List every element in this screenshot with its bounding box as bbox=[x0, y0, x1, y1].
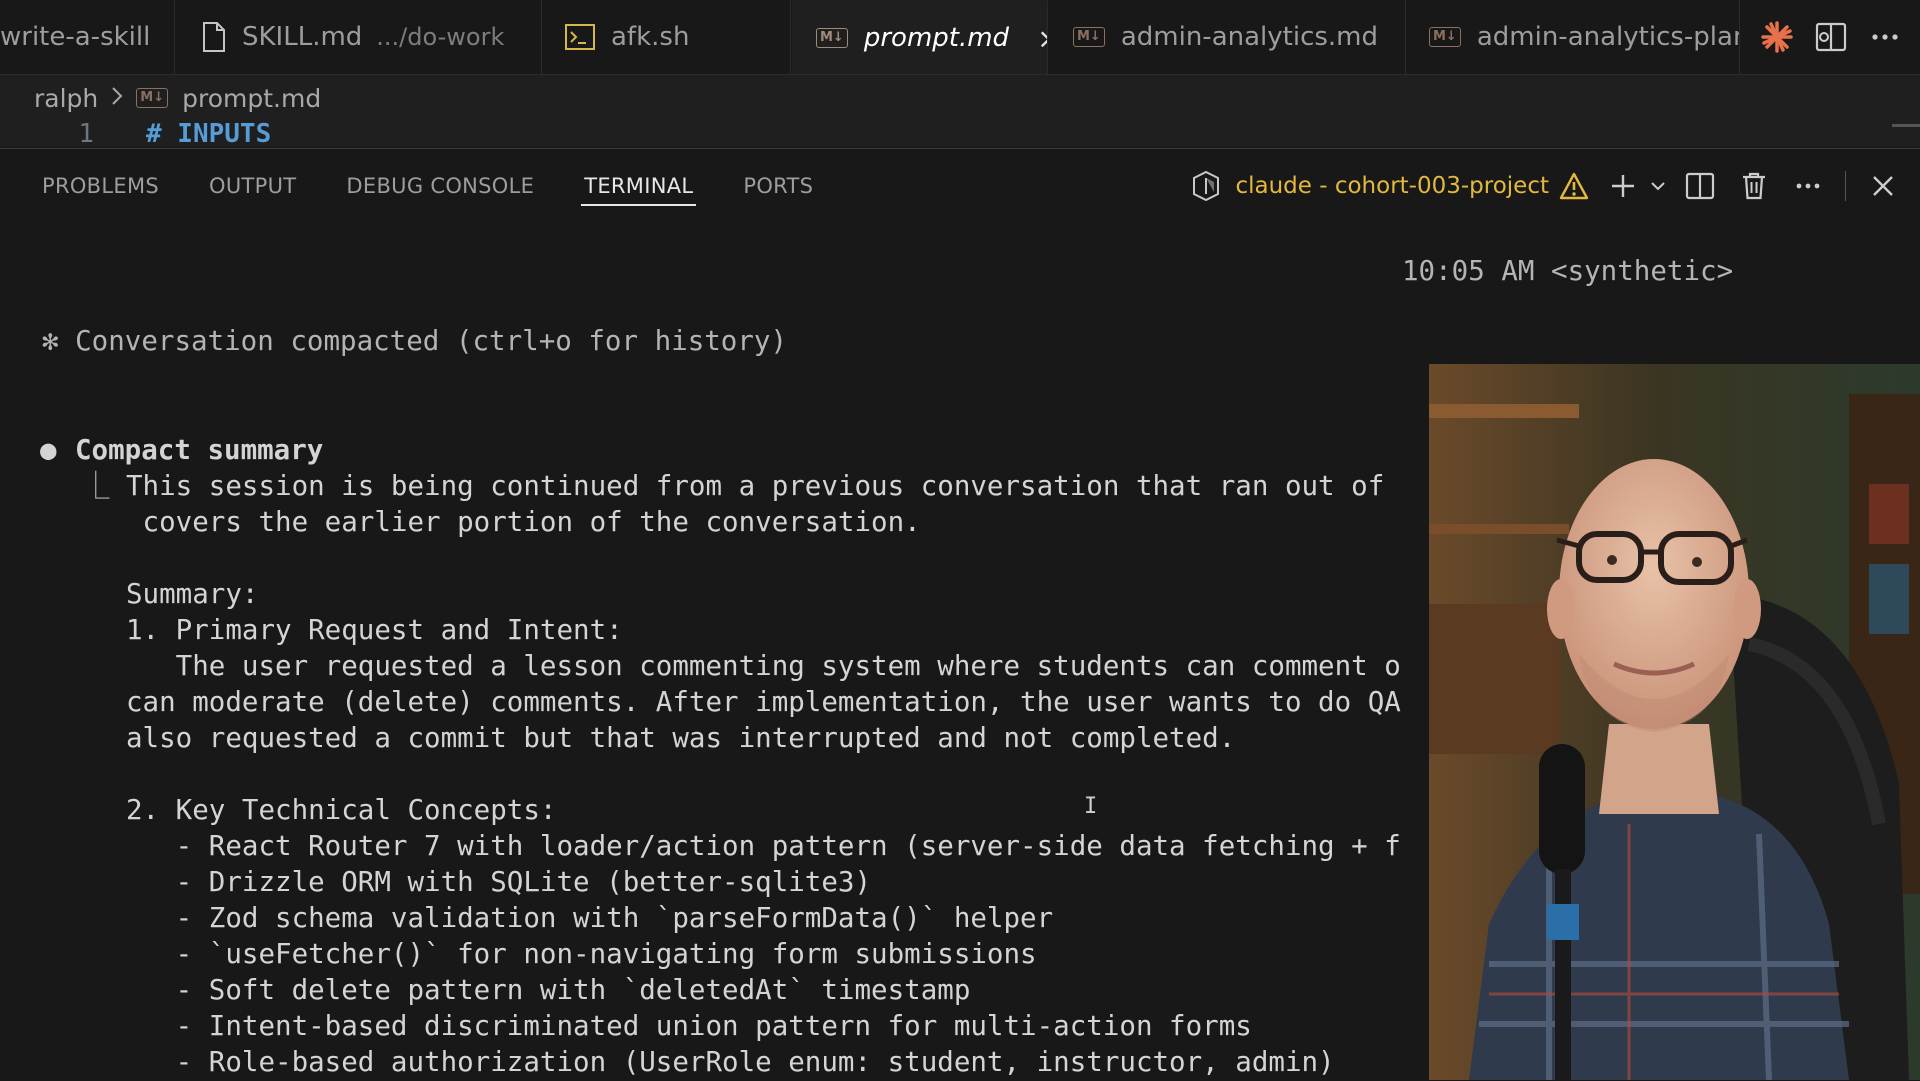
claude-spark-icon[interactable] bbox=[1750, 0, 1804, 74]
editor-tab-bar: write-a-skill SKILL.md .../do-work afk.s… bbox=[0, 0, 1920, 75]
terminal-line: also requested a commit but that was int… bbox=[126, 722, 1236, 754]
markdown-icon: M↓ bbox=[816, 28, 848, 48]
tree-connector: ⎿ bbox=[82, 470, 110, 502]
terminal-timestamp: 10:05 AM <synthetic> bbox=[1402, 255, 1734, 287]
split-editor-icon[interactable] bbox=[1804, 0, 1858, 74]
tab-prompt-md[interactable]: M↓ prompt.md × bbox=[792, 0, 1048, 74]
webcam-overlay bbox=[1429, 364, 1920, 1080]
terminal-profile-icon bbox=[1191, 170, 1221, 202]
tab-problems[interactable]: PROBLEMS bbox=[42, 149, 159, 223]
summary-bullet: ● bbox=[40, 434, 57, 466]
tab-label: write-a-skill bbox=[0, 22, 151, 52]
tab-label: SKILL.md bbox=[242, 22, 363, 52]
warning-icon[interactable] bbox=[1559, 172, 1589, 200]
tab-afk-sh[interactable]: afk.sh bbox=[543, 0, 791, 74]
markdown-icon: M↓ bbox=[1073, 27, 1105, 47]
code-text: # INPUTS bbox=[146, 119, 272, 149]
tab-output[interactable]: OUTPUT bbox=[209, 149, 296, 223]
breadcrumb-file[interactable]: prompt.md bbox=[182, 84, 321, 113]
file-icon bbox=[202, 22, 226, 52]
close-panel-icon[interactable] bbox=[1856, 149, 1910, 223]
divider bbox=[1845, 171, 1846, 201]
tab-label: afk.sh bbox=[611, 22, 690, 52]
close-icon[interactable]: × bbox=[1037, 22, 1047, 55]
trash-icon[interactable] bbox=[1727, 149, 1781, 223]
tab-label: admin-analytics.md bbox=[1120, 22, 1378, 52]
chevron-down-icon[interactable] bbox=[1643, 149, 1673, 223]
more-actions-icon[interactable] bbox=[1781, 149, 1835, 223]
tab-skill-md[interactable]: SKILL.md .../do-work bbox=[176, 0, 542, 74]
breadcrumb: ralph M↓ prompt.md bbox=[34, 81, 321, 115]
editor-area[interactable]: ralph M↓ prompt.md 1 # INPUTS bbox=[0, 75, 1920, 149]
markdown-icon: M↓ bbox=[1429, 27, 1461, 47]
terminal-line: 1. Primary Request and Intent: bbox=[126, 614, 623, 646]
split-terminal-icon[interactable] bbox=[1673, 149, 1727, 223]
panel-tab-list: PROBLEMS OUTPUT DEBUG CONSOLE TERMINAL P… bbox=[0, 149, 821, 223]
tab-admin-analytics-plan[interactable]: M↓ admin-analytics-plan.md bbox=[1407, 0, 1740, 74]
tab-label: admin-analytics-plan.md bbox=[1476, 22, 1739, 52]
code-line[interactable]: 1 # INPUTS bbox=[0, 119, 1920, 151]
terminal-line: The user requested a lesson commenting s… bbox=[126, 650, 1401, 682]
terminal-line: - `useFetcher()` for non-navigating form… bbox=[126, 938, 1037, 970]
terminal-line: - Role-based authorization (UserRole enu… bbox=[126, 1046, 1335, 1078]
more-actions-icon[interactable] bbox=[1858, 0, 1912, 74]
summary-title: Compact summary bbox=[75, 434, 324, 466]
tab-write-a-skill[interactable]: write-a-skill bbox=[0, 0, 175, 74]
line-number: 1 bbox=[78, 119, 94, 149]
minimap-indicator bbox=[1892, 124, 1920, 127]
terminal-line: can moderate (delete) comments. After im… bbox=[126, 686, 1401, 718]
webcam-presenter-image bbox=[1429, 364, 1920, 1080]
editor-actions bbox=[1750, 0, 1920, 74]
terminal-selector[interactable]: claude - cohort-003-project bbox=[1191, 170, 1589, 202]
tab-admin-analytics-md[interactable]: M↓ admin-analytics.md bbox=[1049, 0, 1406, 74]
chevron-right-icon bbox=[110, 84, 124, 113]
terminal-name: claude - cohort-003-project bbox=[1235, 173, 1549, 199]
tab-terminal[interactable]: TERMINAL bbox=[581, 149, 697, 223]
tab-debug-console[interactable]: DEBUG CONSOLE bbox=[346, 149, 534, 223]
terminal-file-icon bbox=[565, 24, 595, 50]
terminal-line: - Soft delete pattern with `deletedAt` t… bbox=[126, 974, 971, 1006]
breadcrumb-folder[interactable]: ralph bbox=[34, 84, 98, 113]
terminal-line: - Intent-based discriminated union patte… bbox=[126, 1010, 1252, 1042]
new-terminal-icon[interactable] bbox=[1603, 149, 1643, 223]
terminal-line: 2. Key Technical Concepts: bbox=[126, 794, 557, 826]
tab-ports[interactable]: PORTS bbox=[743, 149, 813, 223]
panel-actions: claude - cohort-003-project bbox=[1191, 149, 1920, 223]
text-cursor-icon: I bbox=[1084, 794, 1098, 819]
terminal-line: covers the earlier portion of the conver… bbox=[126, 506, 921, 538]
terminal-line: - React Router 7 with loader/action patt… bbox=[126, 830, 1401, 862]
tab-label: prompt.md bbox=[863, 23, 1010, 53]
terminal-line: - Drizzle ORM with SQLite (better-sqlite… bbox=[126, 866, 872, 898]
terminal-line: This session is being continued from a p… bbox=[126, 470, 1385, 502]
terminal-line: - Zod schema validation with `parseFormD… bbox=[126, 902, 1054, 934]
compacted-notice: ✻ Conversation compacted (ctrl+o for his… bbox=[42, 325, 788, 357]
tab-path: .../do-work bbox=[376, 23, 505, 51]
markdown-icon: M↓ bbox=[136, 88, 169, 108]
terminal-line: Summary: bbox=[126, 578, 259, 610]
